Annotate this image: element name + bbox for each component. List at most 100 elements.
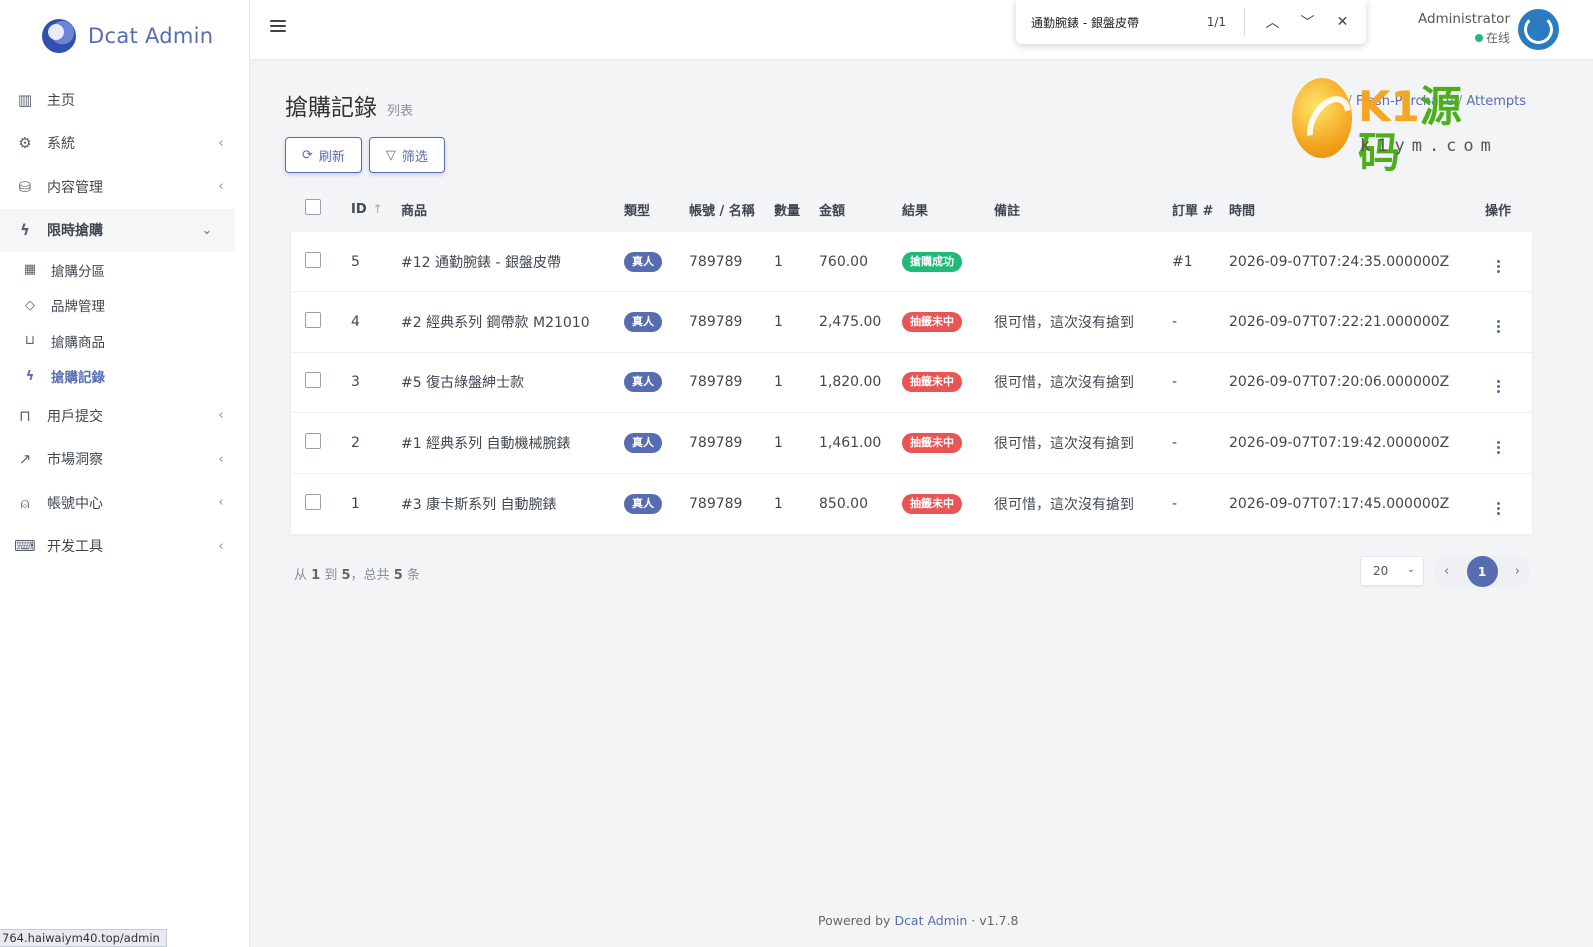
sort-arrow-icon[interactable]: ↑ xyxy=(373,202,383,216)
cell-note: 很可惜，這次沒有搶到 xyxy=(994,375,1134,392)
chevron-left-icon: ‹ xyxy=(218,495,224,511)
type-badge: 真人 xyxy=(624,493,662,514)
row-checkbox[interactable] xyxy=(291,493,351,514)
row-checkbox[interactable] xyxy=(291,251,351,272)
filter-label: 筛选 xyxy=(401,149,428,165)
cell-actions[interactable] xyxy=(1483,251,1513,273)
sidebar-item-label: 市場洞察 xyxy=(47,452,103,469)
cell-result: 抽籤未中 xyxy=(902,432,994,453)
sidebar-item-3[interactable]: ϟ 限時搶購 ⌄ xyxy=(0,208,235,252)
sidebar-subitem-0[interactable]: ▦ 搶購分區 xyxy=(0,252,249,288)
chevron-left-icon: ‹ xyxy=(218,538,224,554)
cell-qty: 1 xyxy=(774,314,783,331)
sidebar-item-0[interactable]: ▥ 主页 xyxy=(0,78,249,122)
cell-actions[interactable] xyxy=(1483,371,1513,394)
col-qty: 數量 xyxy=(774,203,801,219)
find-input[interactable]: 通勤腕錶 - 銀盤皮帶 xyxy=(1031,14,1196,31)
sidebar-subitem-label: 搶購商品 xyxy=(51,334,105,351)
chevron-left-icon: ‹ xyxy=(218,451,224,467)
row-checkbox[interactable] xyxy=(291,432,351,453)
sidebar-item-4[interactable]: ⊓ 用戶提交 ‹ xyxy=(0,394,249,438)
page-header: 搶購記錄 列表 xyxy=(285,88,413,122)
cell-account: 789789 xyxy=(689,314,743,331)
col-note: 備註 xyxy=(994,203,1021,219)
more-actions-icon[interactable] xyxy=(1496,501,1500,515)
page-title: 搶購記錄 xyxy=(285,95,377,121)
find-prev-icon[interactable]: ︿ xyxy=(1255,12,1290,32)
refresh-button[interactable]: ⟳ 刷新 xyxy=(285,137,362,173)
sidebar-item-2[interactable]: ⛁ 内容管理 ‹ xyxy=(0,165,249,209)
menu-toggle-icon[interactable] xyxy=(270,18,286,34)
type-badge: 真人 xyxy=(624,372,662,393)
cell-actions[interactable] xyxy=(1483,432,1513,454)
data-grid: ID ↑ 商品 類型 帳號 / 名稱 數量 金額 結果 備註 訂單 # 時間 操作… xyxy=(285,186,1540,541)
breadcrumb-link-flash-purchase[interactable]: Flash-Purchase xyxy=(1356,94,1454,109)
cell-result: 搶購成功 xyxy=(902,251,994,272)
user-menu[interactable]: Administrator 在线 xyxy=(1418,11,1510,46)
per-page-select[interactable]: 20 ⌄ xyxy=(1360,556,1424,586)
sidebar-item-1[interactable]: ⚙ 系統 ‹ xyxy=(0,122,249,166)
sidebar-nav: ▥ 主页 ⚙ 系統 ‹ ⛁ 内容管理 ‹ ϟ 限時搶購 ⌄ ▦ 搶購分區 ◇ 品牌管理 ⊔ 搶購商品 ϟ 搶購記錄 ⊓… xyxy=(0,72,249,568)
more-actions-icon[interactable] xyxy=(1496,440,1500,454)
sidebar-item-6[interactable]: ⍝ 帳號中心 ‹ xyxy=(0,481,249,525)
cell-qty: 1 xyxy=(774,253,783,270)
cell-account: 789789 xyxy=(689,434,743,451)
more-actions-icon[interactable] xyxy=(1496,380,1500,394)
result-badge: 抽籤未中 xyxy=(902,493,962,514)
sidebar-item-7[interactable]: ⌨ 开发工具 ‹ xyxy=(0,525,249,569)
sidebar-subitem-2[interactable]: ⊔ 搶購商品 xyxy=(0,323,249,359)
page-number-current[interactable]: 1 xyxy=(1466,556,1498,587)
type-badge: 真人 xyxy=(624,312,662,333)
more-actions-icon[interactable] xyxy=(1496,320,1500,334)
col-order: 訂單 # xyxy=(1172,203,1214,219)
avatar[interactable] xyxy=(1518,9,1559,50)
row-checkbox[interactable] xyxy=(291,372,351,392)
brand-logo-icon xyxy=(42,19,76,53)
powered-by-link[interactable]: Dcat Admin xyxy=(894,913,967,928)
sidebar-item-label: 内容管理 xyxy=(47,179,103,196)
find-close-icon[interactable]: ✕ xyxy=(1325,14,1360,30)
more-actions-icon[interactable] xyxy=(1496,259,1500,273)
table-row[interactable]: 3 #5 復古綠盤紳士款 真人 789789 1 1,820.00 抽籤未中 很可惜，這次沒有… xyxy=(291,353,1532,414)
pagination: ‹ 1 › xyxy=(1434,555,1530,588)
select-all-checkbox[interactable] xyxy=(291,199,351,219)
cell-qty: 1 xyxy=(774,374,783,391)
cell-id: 4 xyxy=(351,314,360,331)
table-row[interactable]: 5 #12 通勤腕錶 - 銀盤皮帶 真人 789789 1 760.00 搶購成功 #1 202… xyxy=(291,232,1532,293)
watermark-domain: k1ym.com xyxy=(1360,136,1498,156)
page-prev-icon[interactable]: ‹ xyxy=(1444,564,1449,579)
lightning-icon: ϟ xyxy=(20,221,30,240)
breadcrumb: / Flash-Purchase / Attempts xyxy=(1347,94,1526,109)
breadcrumb-link-attempts[interactable]: Attempts xyxy=(1466,94,1526,109)
brand[interactable]: Dcat Admin xyxy=(0,0,249,72)
trend-icon: ↗ xyxy=(18,450,32,469)
result-badge: 搶購成功 xyxy=(902,251,962,272)
watermark-emblem-icon xyxy=(1292,78,1352,158)
cell-actions[interactable] xyxy=(1483,493,1513,515)
cell-product: #2 經典系列 鋼帶款 M21010 xyxy=(401,315,590,332)
table-row[interactable]: 4 #2 經典系列 鋼帶款 M21010 真人 789789 1 2,475.00 抽籤未中… xyxy=(291,292,1532,353)
chevron-down-icon: ⌄ xyxy=(1406,564,1415,575)
row-checkbox[interactable] xyxy=(291,312,351,332)
cell-actions[interactable] xyxy=(1483,311,1513,334)
cell-amount: 2,475.00 xyxy=(819,314,882,331)
sidebar-item-5[interactable]: ↗ 市場洞察 ‹ xyxy=(0,438,249,482)
table-row[interactable]: 2 #1 經典系列 自動機械腕錶 真人 789789 1 1,461.00 抽籤未中 很可惜，… xyxy=(291,413,1532,474)
sidebar-subitem-3[interactable]: ϟ 搶購記錄 xyxy=(0,359,249,395)
table-row[interactable]: 1 #3 康卡斯系列 自動腕錶 真人 789789 1 850.00 抽籤未中 很可惜，這次沒… xyxy=(291,474,1532,534)
cell-note: 很可惜，這次沒有搶到 xyxy=(994,435,1134,452)
col-id[interactable]: ID ↑ xyxy=(351,202,401,217)
cell-amount: 760.00 xyxy=(819,253,868,270)
find-bar: 通勤腕錶 - 銀盤皮帶 1/1 ︿ ﹀ ✕ xyxy=(1016,0,1366,44)
brand-name: Dcat Admin xyxy=(88,24,214,48)
find-next-icon[interactable]: ﹀ xyxy=(1290,12,1325,32)
sidebar-subitem-1[interactable]: ◇ 品牌管理 xyxy=(0,288,249,324)
powered-by: Powered by Dcat Admin · v1.7.8 xyxy=(818,913,1019,928)
cell-time: 2026-09-07T07:20:06.000000Z xyxy=(1229,374,1450,391)
pagination-info: 从 1 到 5，总共 5 条 xyxy=(294,568,420,583)
filter-button[interactable]: ▽ 筛选 xyxy=(368,137,445,173)
page-next-icon[interactable]: › xyxy=(1515,564,1520,579)
cell-qty: 1 xyxy=(774,434,783,451)
cell-result: 抽籤未中 xyxy=(902,372,994,393)
cell-time: 2026-09-07T07:19:42.000000Z xyxy=(1229,434,1450,451)
